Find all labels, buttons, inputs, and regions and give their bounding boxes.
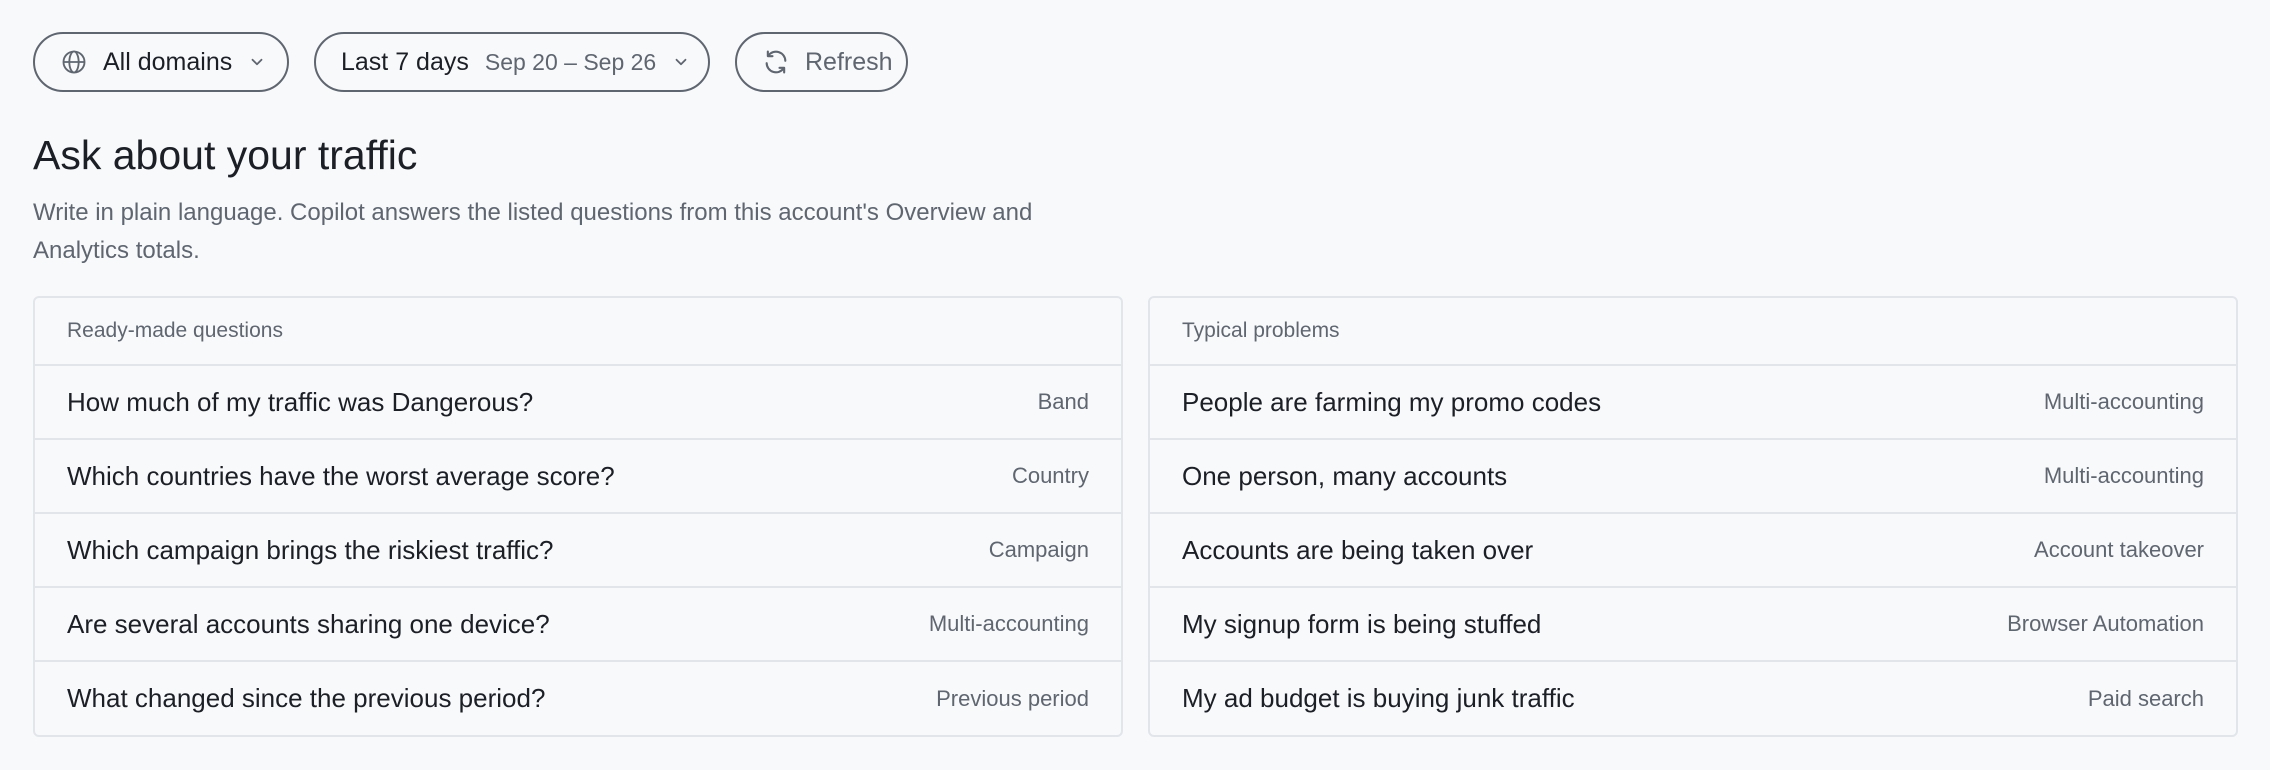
page-title: Ask about your traffic [33, 132, 418, 178]
question-tag: Previous period [936, 685, 1089, 711]
problem-text: People are farming my promo codes [1182, 386, 1602, 417]
page-subtitle: Write in plain language. Copilot answers… [33, 199, 1033, 264]
question-tag: Country [1011, 463, 1089, 488]
problem-tag: Paid search [2087, 685, 2204, 711]
problem-row[interactable]: One person, many accounts Multi-accounti… [1150, 440, 2236, 514]
problem-text: My signup form is being stuffed [1182, 608, 1542, 639]
date-range-dates: Sep 20 – Sep 26 [484, 48, 657, 75]
typical-problems-panel: Typical problems People are farming my p… [1148, 296, 2238, 737]
filter-toolbar: All domains Last 7 days Sep 20 – Sep 26 [33, 32, 2237, 92]
globe-icon [59, 47, 89, 77]
panel-heading: Ready-made questions [35, 298, 1121, 366]
question-text: Which campaign brings the riskiest traff… [67, 534, 554, 565]
problem-text: Accounts are being taken over [1182, 534, 1534, 565]
question-row[interactable]: What changed since the previous period? … [35, 662, 1121, 735]
problem-tag: Multi-accounting [2043, 389, 2204, 414]
date-range-label: Last 7 days [341, 47, 469, 76]
problem-row[interactable]: Accounts are being taken over Account ta… [1150, 514, 2236, 588]
panel-heading: Typical problems [1150, 298, 2236, 366]
problem-tag: Account takeover [2034, 537, 2204, 562]
problem-text: My ad budget is buying junk traffic [1182, 683, 1575, 713]
problem-row[interactable]: My signup form is being stuffed Browser … [1150, 588, 2236, 662]
problem-row[interactable]: My ad budget is buying junk traffic Paid… [1150, 662, 2236, 735]
chevron-down-icon [672, 53, 690, 71]
question-tag: Campaign [988, 537, 1089, 562]
problem-tag: Multi-accounting [2043, 463, 2204, 488]
date-range-button[interactable]: Last 7 days Sep 20 – Sep 26 [314, 32, 710, 92]
chevron-down-icon [248, 53, 266, 71]
problem-text: One person, many accounts [1182, 460, 1508, 491]
question-row[interactable]: Are several accounts sharing one device?… [35, 588, 1121, 662]
copilot-page: All domains Last 7 days Sep 20 – Sep 26 [0, 0, 2270, 770]
question-tag: Band [1037, 389, 1089, 414]
question-text: Which countries have the worst average s… [67, 460, 615, 491]
question-text: How much of my traffic was Dangerous? [67, 386, 534, 417]
domains-filter-label: All domains [103, 47, 233, 76]
question-row[interactable]: How much of my traffic was Dangerous? Ba… [35, 366, 1121, 440]
refresh-icon [761, 47, 791, 77]
domains-filter-button[interactable]: All domains [33, 32, 289, 92]
question-tag: Multi-accounting [928, 611, 1089, 636]
refresh-button[interactable]: Refresh [735, 32, 908, 92]
question-text: Are several accounts sharing one device? [67, 608, 550, 639]
question-row[interactable]: Which countries have the worst average s… [35, 440, 1121, 514]
question-text: What changed since the previous period? [67, 683, 546, 713]
problem-row[interactable]: People are farming my promo codes Multi-… [1150, 366, 2236, 440]
question-panels: Ready-made questions How much of my traf… [33, 296, 2238, 737]
refresh-label: Refresh [805, 47, 893, 76]
question-row[interactable]: Which campaign brings the riskiest traff… [35, 514, 1121, 588]
problem-tag: Browser Automation [2007, 611, 2204, 636]
ready-made-questions-panel: Ready-made questions How much of my traf… [33, 296, 1123, 737]
